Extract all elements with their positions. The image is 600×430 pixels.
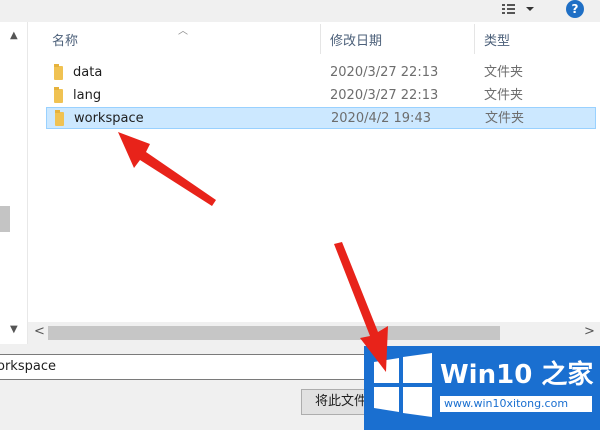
help-button[interactable]: ?	[566, 0, 584, 18]
dropdown-arrow-icon	[526, 7, 534, 11]
horizontal-scrollbar-thumb[interactable]	[48, 326, 500, 340]
watermark-title: Win10 之家	[440, 360, 594, 390]
nav-scroll-up-icon[interactable]: ▲	[10, 30, 18, 41]
scroll-left-icon[interactable]: <	[34, 324, 45, 339]
file-date: 2020/4/2 19:43	[331, 111, 431, 126]
file-name: workspace	[74, 111, 144, 126]
folder-icon	[54, 64, 63, 80]
column-header-type[interactable]: 类型	[484, 32, 510, 52]
column-divider[interactable]	[320, 24, 321, 54]
windows-logo-icon	[374, 353, 432, 417]
file-row-workspace[interactable]: workspace 2020/4/2 19:43 文件夹	[46, 107, 596, 129]
view-list-icon	[502, 4, 534, 14]
nav-scroll-down-icon[interactable]: ▼	[10, 324, 18, 335]
navigation-pane[interactable]	[0, 22, 28, 344]
folder-icon	[54, 87, 63, 103]
change-view-button[interactable]	[498, 0, 540, 18]
file-name: data	[73, 65, 103, 80]
file-row-lang[interactable]: lang 2020/3/27 22:13 文件夹	[46, 85, 596, 107]
file-type: 文件夹	[484, 65, 524, 80]
nav-scrollbar-thumb[interactable]	[0, 206, 10, 232]
file-name: lang	[73, 88, 102, 103]
folder-icon	[55, 110, 64, 126]
file-date: 2020/3/27 22:13	[330, 65, 439, 80]
file-type: 文件夹	[485, 111, 525, 126]
column-header-date[interactable]: 修改日期	[330, 32, 382, 52]
file-row-data[interactable]: data 2020/3/27 22:13 文件夹	[46, 62, 596, 84]
column-divider[interactable]	[474, 24, 475, 54]
scroll-right-icon[interactable]: >	[584, 324, 595, 339]
watermark-url: www.win10xitong.com	[444, 397, 569, 410]
file-type: 文件夹	[484, 88, 524, 103]
column-header-name[interactable]: 名称	[52, 32, 78, 52]
sort-ascending-icon: ︿	[178, 26, 188, 37]
file-date: 2020/3/27 22:13	[330, 88, 439, 103]
